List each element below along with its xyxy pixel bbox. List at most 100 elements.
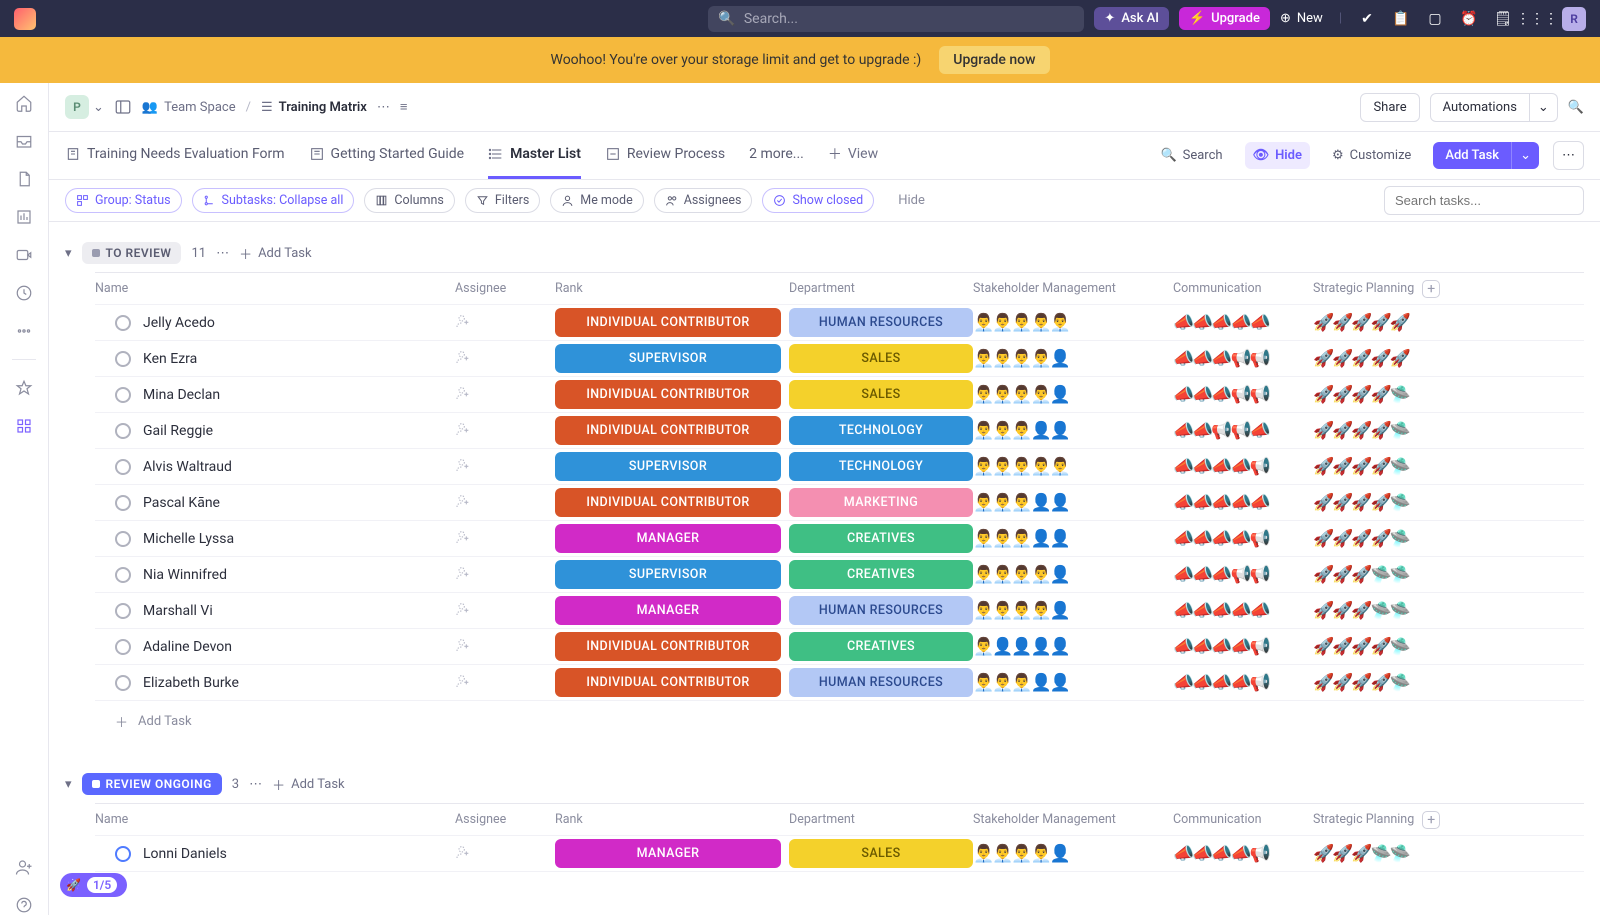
strategic-rating[interactable]: 🚀🚀🚀🚀🛸 [1313, 493, 1463, 513]
task-name[interactable]: Pascal Kāne [143, 495, 220, 511]
table-row[interactable]: Mina Declan INDIVIDUAL CONTRIBUTOR SALES… [95, 377, 1584, 413]
table-row[interactable]: Elizabeth Burke INDIVIDUAL CONTRIBUTOR H… [95, 665, 1584, 701]
assignee-cell[interactable] [455, 421, 555, 441]
ask-ai-button[interactable]: ✦ Ask AI [1094, 7, 1169, 30]
status-ring-icon[interactable] [115, 459, 131, 475]
assignees-chip[interactable]: Assignees [654, 188, 753, 213]
strategic-rating[interactable]: 🚀🚀🚀🚀🛸 [1313, 457, 1463, 477]
rank-badge[interactable]: INDIVIDUAL CONTRIBUTOR [555, 380, 781, 409]
customize-button[interactable]: ⚙Customize [1324, 142, 1419, 169]
col-department[interactable]: Department [781, 281, 973, 296]
task-name[interactable]: Elizabeth Burke [143, 675, 239, 691]
breadcrumb-list[interactable]: ☰ Training Matrix [261, 100, 367, 115]
stakeholder-rating[interactable]: 👨‍💼👨‍💼👨‍💼👨‍💼👨‍💼 [973, 457, 1173, 477]
rank-badge[interactable]: INDIVIDUAL CONTRIBUTOR [555, 416, 781, 445]
table-row[interactable]: Ken Ezra SUPERVISOR SALES 👨‍💼👨‍💼👨‍💼👨‍💼👤 … [95, 341, 1584, 377]
communication-rating[interactable]: 📣📣📣📢📢 [1173, 349, 1313, 369]
invite-icon[interactable] [14, 857, 34, 877]
assignee-cell[interactable] [455, 349, 555, 369]
home-icon[interactable] [14, 93, 34, 113]
favorites-icon[interactable] [14, 378, 34, 398]
status-ring-icon[interactable] [115, 639, 131, 655]
tab-getting-started[interactable]: Getting Started Guide [309, 132, 465, 179]
group-more-icon[interactable]: ⋯ [216, 246, 229, 261]
strategic-rating[interactable]: 🚀🚀🚀🚀🛸 [1313, 529, 1463, 549]
strategic-rating[interactable]: 🚀🚀🚀🚀🛸 [1313, 385, 1463, 405]
notepad-icon[interactable]: 🗒 [1494, 10, 1512, 28]
department-badge[interactable]: TECHNOLOGY [789, 416, 973, 445]
new-button[interactable]: ⊕ New [1280, 11, 1323, 26]
rank-badge[interactable]: SUPERVISOR [555, 560, 781, 589]
view-more-menu[interactable]: ⋯ [1553, 141, 1584, 170]
alarm-icon[interactable]: ⏰ [1460, 10, 1478, 28]
stakeholder-rating[interactable]: 👨‍💼👨‍💼👨‍💼👨‍💼👤 [973, 601, 1173, 621]
automations-dropdown[interactable]: ⌄ [1530, 93, 1558, 122]
tab-master-list[interactable]: Master List [488, 132, 581, 179]
table-row[interactable]: Michelle Lyssa MANAGER CREATIVES 👨‍💼👨‍💼👨… [95, 521, 1584, 557]
stakeholder-rating[interactable]: 👨‍💼👨‍💼👨‍💼👤👤 [973, 493, 1173, 513]
columns-chip[interactable]: Columns [364, 188, 455, 213]
task-name[interactable]: Nia Winnifred [143, 567, 227, 583]
list-more-icon[interactable]: ⋯ [377, 100, 390, 115]
assignee-cell[interactable] [455, 601, 555, 621]
sidebar-toggle-icon[interactable] [114, 98, 132, 116]
communication-rating[interactable]: 📣📣📣📢📢 [1173, 565, 1313, 585]
communication-rating[interactable]: 📣📣📣📣📣 [1173, 601, 1313, 621]
clipboard-icon[interactable]: 📋 [1392, 10, 1410, 28]
department-badge[interactable]: SALES [789, 380, 973, 409]
add-column-button[interactable]: + [1422, 811, 1440, 829]
assignee-cell[interactable] [455, 313, 555, 333]
table-row[interactable]: Alvis Waltraud SUPERVISOR TECHNOLOGY 👨‍💼… [95, 449, 1584, 485]
hide-button[interactable]: 👁Hide [1245, 142, 1310, 169]
status-chip[interactable]: TO REVIEW [82, 242, 182, 264]
user-avatar[interactable]: R [1562, 7, 1586, 31]
table-row[interactable]: Gail Reggie INDIVIDUAL CONTRIBUTOR TECHN… [95, 413, 1584, 449]
inbox-icon[interactable] [14, 131, 34, 151]
col-communication[interactable]: Communication [1173, 812, 1313, 827]
stakeholder-rating[interactable]: 👨‍💼👨‍💼👨‍💼👨‍💼👤 [973, 385, 1173, 405]
stakeholder-rating[interactable]: 👨‍💼👨‍💼👨‍💼👨‍💼👨‍💼 [973, 313, 1173, 333]
strategic-rating[interactable]: 🚀🚀🚀🚀🛸 [1313, 673, 1463, 693]
col-name[interactable]: Name [95, 281, 455, 296]
tab-review-process[interactable]: Review Process [605, 132, 725, 179]
rank-badge[interactable]: INDIVIDUAL CONTRIBUTOR [555, 308, 781, 337]
task-name[interactable]: Mina Declan [143, 387, 220, 403]
assignee-cell[interactable] [455, 565, 555, 585]
stakeholder-rating[interactable]: 👨‍💼👨‍💼👨‍💼👤👤 [973, 421, 1173, 441]
docs-icon[interactable] [14, 169, 34, 189]
stakeholder-rating[interactable]: 👨‍💼👤👤👤👤 [973, 637, 1173, 657]
tab-training-needs[interactable]: Training Needs Evaluation Form [65, 132, 285, 179]
col-assignee[interactable]: Assignee [455, 281, 555, 296]
department-badge[interactable]: SALES [789, 344, 973, 373]
department-badge[interactable]: MARKETING [789, 488, 973, 517]
rank-badge[interactable]: MANAGER [555, 596, 781, 625]
status-ring-icon[interactable] [115, 387, 131, 403]
add-task-dropdown[interactable]: ⌄ [1511, 142, 1539, 169]
strategic-rating[interactable]: 🚀🚀🚀🚀🛸 [1313, 637, 1463, 657]
header-search-icon[interactable]: 🔍 [1568, 100, 1584, 115]
tab-more[interactable]: 2 more... [749, 132, 804, 179]
spaces-icon[interactable] [14, 416, 34, 436]
clips-icon[interactable] [14, 245, 34, 265]
more-icon[interactable] [14, 321, 34, 341]
show-closed-chip[interactable]: Show closed [762, 188, 874, 213]
help-icon[interactable] [14, 895, 34, 915]
global-search[interactable]: 🔍 Search... [708, 6, 1084, 32]
task-name[interactable]: Marshall Vi [143, 603, 213, 619]
rank-badge[interactable]: SUPERVISOR [555, 452, 781, 481]
table-row[interactable]: Marshall Vi MANAGER HUMAN RESOURCES 👨‍💼👨… [95, 593, 1584, 629]
onboarding-progress-badge[interactable]: 🚀 1/5 [60, 873, 127, 897]
task-name[interactable]: Gail Reggie [143, 423, 213, 439]
communication-rating[interactable]: 📣📣📣📣📢 [1173, 637, 1313, 657]
check-circle-icon[interactable]: ✔︎ [1358, 10, 1376, 28]
strategic-rating[interactable]: 🚀🚀🚀🛸🛸 [1313, 601, 1463, 621]
add-view-button[interactable]: ＋View [828, 132, 878, 179]
stakeholder-rating[interactable]: 👨‍💼👨‍💼👨‍💼👨‍💼👤 [973, 844, 1173, 864]
assignee-cell[interactable] [455, 385, 555, 405]
dashboards-icon[interactable] [14, 207, 34, 227]
status-ring-icon[interactable] [115, 567, 131, 583]
communication-rating[interactable]: 📣📣📣📣📢 [1173, 844, 1313, 864]
upgrade-now-button[interactable]: Upgrade now [939, 46, 1049, 74]
assignee-cell[interactable] [455, 529, 555, 549]
communication-rating[interactable]: 📣📣📣📣📣 [1173, 313, 1313, 333]
